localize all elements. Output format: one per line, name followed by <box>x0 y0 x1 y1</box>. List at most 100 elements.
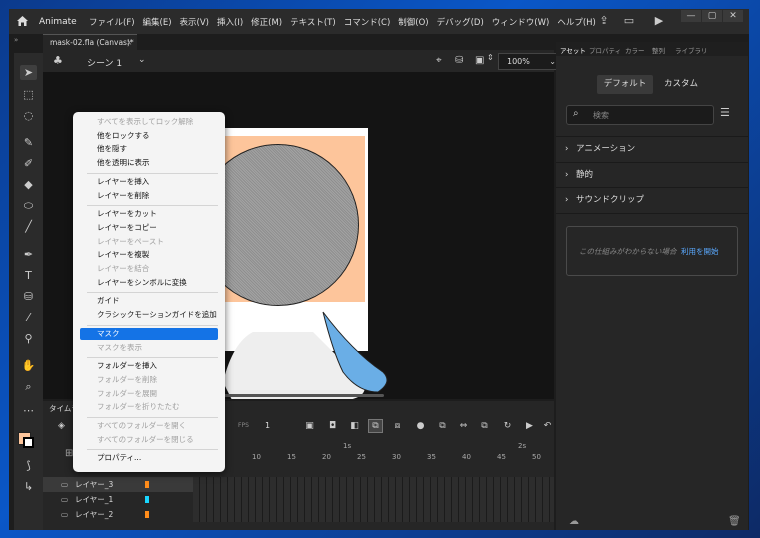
layer-name[interactable]: レイヤー_1 <box>75 492 113 507</box>
context-menu-item[interactable]: 他を隠す <box>80 143 218 155</box>
context-menu-item[interactable]: レイヤーを挿入 <box>80 176 218 188</box>
context-menu-item[interactable]: プロパティ... <box>80 452 218 464</box>
context-menu-item[interactable]: レイヤーをカット <box>80 208 218 220</box>
cloud-icon[interactable]: ☁ <box>569 516 579 527</box>
tab-properties[interactable]: プロパティ <box>589 45 621 55</box>
layer-name[interactable]: レイヤー_2 <box>75 507 113 522</box>
frame-icon[interactable]: ◧ <box>348 420 361 432</box>
maximize-button[interactable]: ▢ <box>702 10 722 22</box>
play-icon[interactable]: ▶ <box>523 420 536 432</box>
tab-library[interactable]: ライブラリ <box>675 45 708 55</box>
menu-help[interactable]: ヘルプ(H) <box>557 16 596 28</box>
trash-icon[interactable]: 🗑 <box>728 516 741 527</box>
menu-file[interactable]: ファイル(F) <box>89 16 135 28</box>
shape-tween-icon[interactable]: ⇔ <box>457 420 470 432</box>
blank-keyframe-icon[interactable]: ◘ <box>326 420 339 432</box>
clip-content-icon[interactable]: ⛁ <box>455 55 463 66</box>
minimize-button[interactable]: — <box>681 10 701 22</box>
section-animation[interactable]: › アニメーション <box>556 136 748 162</box>
menu-control[interactable]: 制御(O) <box>398 16 428 28</box>
layer-color-swatch[interactable] <box>145 511 149 518</box>
workspace-icon[interactable]: ▭ <box>623 15 635 27</box>
menu-text[interactable]: テキスト(T) <box>290 16 336 28</box>
context-menu-item[interactable]: レイヤーを削除 <box>80 190 218 202</box>
tab-align[interactable]: 整列 <box>652 45 665 55</box>
text-tool-icon[interactable]: T <box>20 268 37 283</box>
context-menu-item[interactable]: クラシックモーションガイドを追加 <box>80 309 218 321</box>
center-stage-icon[interactable]: ⌖ <box>436 55 442 66</box>
menu-window[interactable]: ウィンドウ(W) <box>492 16 550 28</box>
frame-indicator[interactable]: 1 <box>265 421 270 430</box>
onion-skin-icon[interactable]: ⧉ <box>368 419 383 433</box>
search-field[interactable]: ⌕ 検索 <box>566 105 714 125</box>
context-menu-item[interactable]: ガイド <box>80 295 218 307</box>
menu-debug[interactable]: デバッグ(D) <box>437 16 484 28</box>
menu-commands[interactable]: コマンド(C) <box>344 16 391 28</box>
zoom-tool-icon[interactable]: ⌕ <box>20 379 37 394</box>
more-tools-icon[interactable]: ⋯ <box>20 403 37 418</box>
snap-tool-icon[interactable]: ↳ <box>20 479 37 494</box>
loop-icon[interactable]: ↻ <box>501 420 514 432</box>
menu-modify[interactable]: 修正(M) <box>251 16 282 28</box>
fit-stage-icon[interactable]: ▣ <box>475 55 484 66</box>
menu-insert[interactable]: 挿入(I) <box>217 16 243 28</box>
zoom-select[interactable]: 100% ⌄ <box>498 53 560 70</box>
bone-tool-icon[interactable]: ⟆ <box>20 458 37 473</box>
context-menu-item[interactable]: マスク <box>80 327 218 340</box>
tab-assets[interactable]: アセット <box>560 45 586 55</box>
stage-horizontal-scrollbar[interactable] <box>204 394 384 397</box>
hand-tool-icon[interactable]: ✋ <box>20 358 37 373</box>
rewind-icon[interactable]: ↶ <box>541 420 554 432</box>
frame-grid[interactable] <box>193 477 554 522</box>
chevron-down-icon[interactable]: ⌄ <box>138 55 146 65</box>
get-started-link[interactable]: 利用を開始 <box>681 246 719 257</box>
oval-tool-icon[interactable]: ⬭ <box>20 198 37 213</box>
context-menu-item[interactable]: 他をロックする <box>80 130 218 142</box>
pen-tool-icon[interactable]: ✒ <box>20 247 37 262</box>
document-tab-close[interactable]: × <box>126 38 132 47</box>
layer-row[interactable]: ▭ レイヤー_2 <box>43 507 193 522</box>
brush-tool-icon[interactable]: ✎ <box>20 135 37 150</box>
tab-color[interactable]: カラー <box>625 45 645 55</box>
document-tab[interactable]: mask-02.fla (Canvas)* × <box>43 34 137 50</box>
layer-name[interactable]: レイヤー_3 <box>75 477 113 492</box>
segment-custom[interactable]: カスタム <box>656 75 706 94</box>
timeline-ruler[interactable]: 1s 2s 10 15 20 25 30 35 40 45 50 <box>193 442 554 464</box>
test-movie-icon[interactable]: ▶ <box>653 15 665 27</box>
context-menu-item[interactable]: レイヤーを複製 <box>80 249 218 261</box>
layer-row[interactable]: ▭ レイヤー_1 <box>43 492 193 507</box>
zoom-stepper-icon[interactable]: ⇕ <box>487 53 494 62</box>
context-menu-item[interactable]: フォルダーを挿入 <box>80 360 218 372</box>
pin-tool-icon[interactable]: ⚲ <box>20 331 37 346</box>
eyedropper-tool-icon[interactable]: ⁄ <box>20 310 37 325</box>
pencil-tool-icon[interactable]: ✐ <box>20 156 37 171</box>
paint-bucket-tool-icon[interactable]: ⛁ <box>20 289 37 304</box>
selection-tool-icon[interactable]: ➤ <box>20 65 37 80</box>
line-tool-icon[interactable]: ╱ <box>20 219 37 234</box>
close-button[interactable]: ✕ <box>723 10 743 22</box>
layers-icon[interactable]: ◈ <box>55 420 68 432</box>
home-icon[interactable] <box>16 15 29 27</box>
scene-label[interactable]: シーン 1 <box>87 56 122 69</box>
clubs-icon[interactable]: ♣ <box>53 54 63 67</box>
free-transform-tool-icon[interactable]: ⬚ <box>20 87 37 102</box>
section-sound-clip[interactable]: › サウンドクリップ <box>556 187 748 214</box>
context-menu-item[interactable]: 他を透明に表示 <box>80 157 218 169</box>
edit-multiple-icon[interactable]: ⧈ <box>391 420 404 432</box>
share-icon[interactable]: ⇪ <box>598 15 610 27</box>
menu-edit[interactable]: 編集(E) <box>143 16 172 28</box>
context-menu-item[interactable]: レイヤーをシンボルに変換 <box>80 277 218 289</box>
keyframe-icon[interactable]: ▣ <box>303 420 316 432</box>
classic-tween-icon[interactable]: ⧉ <box>436 420 449 432</box>
menu-view[interactable]: 表示(V) <box>180 16 209 28</box>
collapse-icon[interactable]: » <box>14 36 18 44</box>
context-menu-item[interactable]: レイヤーをコピー <box>80 222 218 234</box>
tween-icon[interactable]: ● <box>414 420 427 432</box>
layer-row[interactable]: ▭ レイヤー_3 <box>43 477 193 492</box>
lasso-tool-icon[interactable]: ◌ <box>20 108 37 123</box>
segment-default[interactable]: デフォルト <box>597 75 653 94</box>
eraser-tool-icon[interactable]: ◆ <box>20 177 37 192</box>
layer-color-swatch[interactable] <box>145 481 149 488</box>
section-static[interactable]: › 静的 <box>556 162 748 188</box>
motion-icon[interactable]: ⧉ <box>478 420 491 432</box>
